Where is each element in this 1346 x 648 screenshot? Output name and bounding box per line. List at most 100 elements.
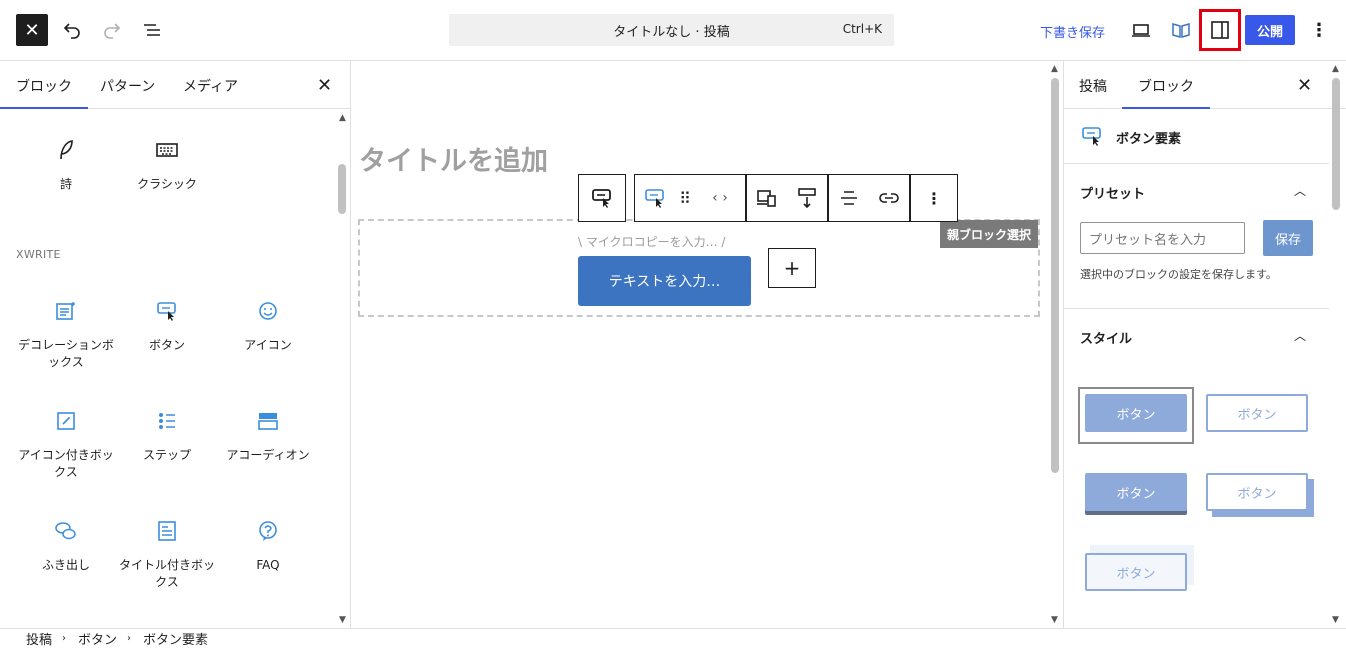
accordion-icon — [258, 413, 278, 430]
block-label: 詩 — [59, 177, 72, 191]
tab-post[interactable]: 投稿 — [1079, 76, 1107, 96]
block-accordion[interactable]: アコーディオン — [218, 409, 318, 464]
block-label: アイコン — [244, 338, 292, 352]
category-heading: XWRITE — [16, 248, 61, 261]
breadcrumb: 投稿 › ボタン › ボタン要素 — [0, 628, 1346, 648]
breadcrumb-item[interactable]: ボタン — [78, 629, 117, 648]
style-option-offset[interactable]: ボタン — [1206, 473, 1308, 511]
steps-icon — [159, 413, 175, 429]
add-block-button[interactable]: + — [768, 248, 816, 288]
style-option-soft[interactable]: ボタン — [1085, 553, 1187, 591]
drag-handle[interactable]: ⠿ — [675, 175, 695, 221]
move-button[interactable]: ‹ › — [695, 175, 745, 221]
inserter-close-button[interactable]: ✕ — [317, 75, 332, 96]
block-verse[interactable]: 詩 — [16, 138, 116, 193]
sidebar-scrollbar[interactable] — [1332, 78, 1340, 210]
more-vertical-icon: ⋮ — [926, 188, 942, 208]
button-height-button[interactable] — [787, 175, 827, 221]
style-option-outline[interactable]: ボタン — [1206, 394, 1308, 432]
canvas-scroll-up[interactable]: ▲ — [1051, 64, 1058, 74]
block-type-button[interactable] — [635, 175, 675, 221]
publish-button[interactable]: 公開 — [1245, 15, 1295, 45]
device-icon — [757, 190, 776, 207]
undo-icon — [63, 23, 80, 39]
preset-hint: 選択中のブロックの設定を保存します。 — [1080, 268, 1277, 281]
document-overview-button[interactable] — [136, 14, 168, 46]
preset-name-input[interactable]: プリセット名を入力 — [1080, 222, 1245, 254]
parent-block-select-button[interactable]: 親ブロック選択 — [940, 220, 1038, 248]
block-label: ステップ — [142, 448, 191, 462]
mobile-toggle-button[interactable] — [747, 175, 787, 221]
block-icon[interactable]: アイコン — [218, 299, 318, 354]
preset-heading[interactable]: プリセット — [1080, 183, 1145, 202]
block-options-button[interactable]: ⋮ — [910, 174, 958, 222]
block-label: タイトル付きボックス — [118, 558, 215, 589]
faq-icon — [259, 521, 277, 541]
view-post-button[interactable] — [1165, 14, 1197, 46]
block-toolbar-group-2 — [746, 174, 828, 222]
drag-icon: ⠿ — [679, 188, 691, 208]
breadcrumb-item[interactable]: 投稿 — [26, 629, 52, 648]
command-palette-button[interactable]: タイトルなし · 投稿 Ctrl+K — [449, 14, 894, 46]
style-option-shadow[interactable]: ボタン — [1085, 473, 1187, 511]
redo-button[interactable] — [96, 14, 128, 46]
block-icon-box[interactable]: アイコン付きボックス — [16, 409, 116, 481]
block-toolbar-group-3 — [828, 174, 910, 222]
block-classic[interactable]: クラシック — [117, 138, 217, 193]
preset-save-button[interactable]: 保存 — [1263, 220, 1313, 256]
button-cursor-icon — [157, 302, 176, 321]
close-inserter-button[interactable]: ✕ — [16, 14, 48, 46]
block-faq[interactable]: FAQ — [218, 519, 318, 574]
chevron-up-icon[interactable]: ︿ — [1294, 182, 1306, 199]
canvas-scrollbar[interactable] — [1051, 78, 1059, 473]
button-text-input[interactable]: テキストを入力… — [578, 256, 751, 306]
block-decoration-box[interactable]: デコレーションボックス — [16, 299, 116, 371]
sidebar-tabs: 投稿 ブロック ✕ — [1064, 61, 1346, 109]
block-label: FAQ — [256, 558, 280, 572]
block-label: ふき出し — [41, 558, 90, 572]
undo-button[interactable] — [56, 14, 88, 46]
block-step[interactable]: ステップ — [117, 409, 217, 464]
preview-button[interactable] — [1125, 14, 1157, 46]
align-center-icon — [841, 191, 857, 205]
tab-block[interactable]: ブロック — [1122, 76, 1210, 109]
microcopy-input[interactable]: \ マイクロコピーを入力… / — [578, 233, 725, 250]
style-heading[interactable]: スタイル — [1080, 328, 1132, 347]
icon-box-icon — [57, 412, 75, 430]
parent-block-button[interactable] — [578, 174, 626, 222]
tab-blocks[interactable]: ブロック — [0, 76, 88, 109]
link-icon — [879, 193, 899, 203]
tab-media[interactable]: メディア — [183, 76, 238, 96]
scroll-up-arrow[interactable]: ▲ — [339, 113, 346, 123]
chevron-right-icon: › — [62, 633, 67, 644]
scroll-down-arrow[interactable]: ▼ — [339, 615, 346, 625]
align-button[interactable] — [829, 175, 869, 221]
button-cursor-icon — [592, 189, 611, 208]
post-title-input[interactable]: タイトルを追加 — [359, 139, 548, 178]
close-icon: ✕ — [317, 75, 333, 96]
close-icon: ✕ — [1297, 75, 1313, 96]
smile-icon — [259, 302, 277, 320]
inserter-scrollbar[interactable] — [338, 164, 346, 214]
block-label: アコーディオン — [226, 448, 310, 462]
speech-bubble-icon — [55, 522, 76, 540]
breadcrumb-item[interactable]: ボタン要素 — [143, 629, 208, 648]
block-titled-box[interactable]: タイトル付きボックス — [117, 519, 217, 591]
block-speech-bubble[interactable]: ふき出し — [16, 519, 116, 574]
chevron-up-icon[interactable]: ︿ — [1294, 327, 1306, 344]
keyboard-icon — [156, 143, 178, 157]
canvas-scroll-down[interactable]: ▼ — [1051, 615, 1058, 625]
highlight-box — [1199, 9, 1241, 51]
options-button[interactable]: ⋮ — [1303, 14, 1335, 46]
style-option-fill[interactable]: ボタン — [1085, 394, 1187, 432]
sidebar-scroll-down[interactable]: ▼ — [1332, 615, 1339, 625]
sidebar-close-button[interactable]: ✕ — [1297, 75, 1312, 96]
command-shortcut: Ctrl+K — [842, 22, 882, 36]
titled-box-icon — [158, 521, 176, 541]
tab-patterns[interactable]: パターン — [100, 76, 155, 96]
block-button[interactable]: ボタン — [117, 299, 217, 354]
sidebar-scroll-up[interactable]: ▲ — [1332, 64, 1339, 74]
link-button[interactable] — [869, 175, 909, 221]
save-draft-button[interactable]: 下書き保存 — [1040, 22, 1105, 41]
button-cursor-icon — [1082, 127, 1101, 146]
